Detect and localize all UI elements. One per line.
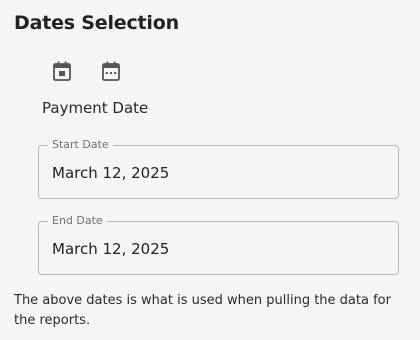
calendar-today-icon[interactable] (52, 61, 72, 81)
start-date-field[interactable]: Start Date March 12, 2025 (38, 138, 399, 199)
end-date-field[interactable]: End Date March 12, 2025 (38, 214, 399, 275)
payment-date-label: Payment Date (42, 99, 149, 117)
calendar-today-icon-graphic (53, 61, 71, 81)
dates-help-text: The above dates is what is used when pul… (14, 293, 391, 328)
page-title: Dates Selection (14, 12, 179, 34)
end-date-label: End Date (48, 214, 107, 228)
date-mode-toolbar (52, 61, 121, 81)
end-date-value[interactable]: March 12, 2025 (52, 240, 169, 258)
start-date-label: Start Date (48, 138, 113, 152)
calendar-range-icon[interactable] (101, 61, 121, 81)
start-date-value[interactable]: March 12, 2025 (52, 164, 169, 182)
calendar-range-icon-graphic (102, 61, 120, 81)
